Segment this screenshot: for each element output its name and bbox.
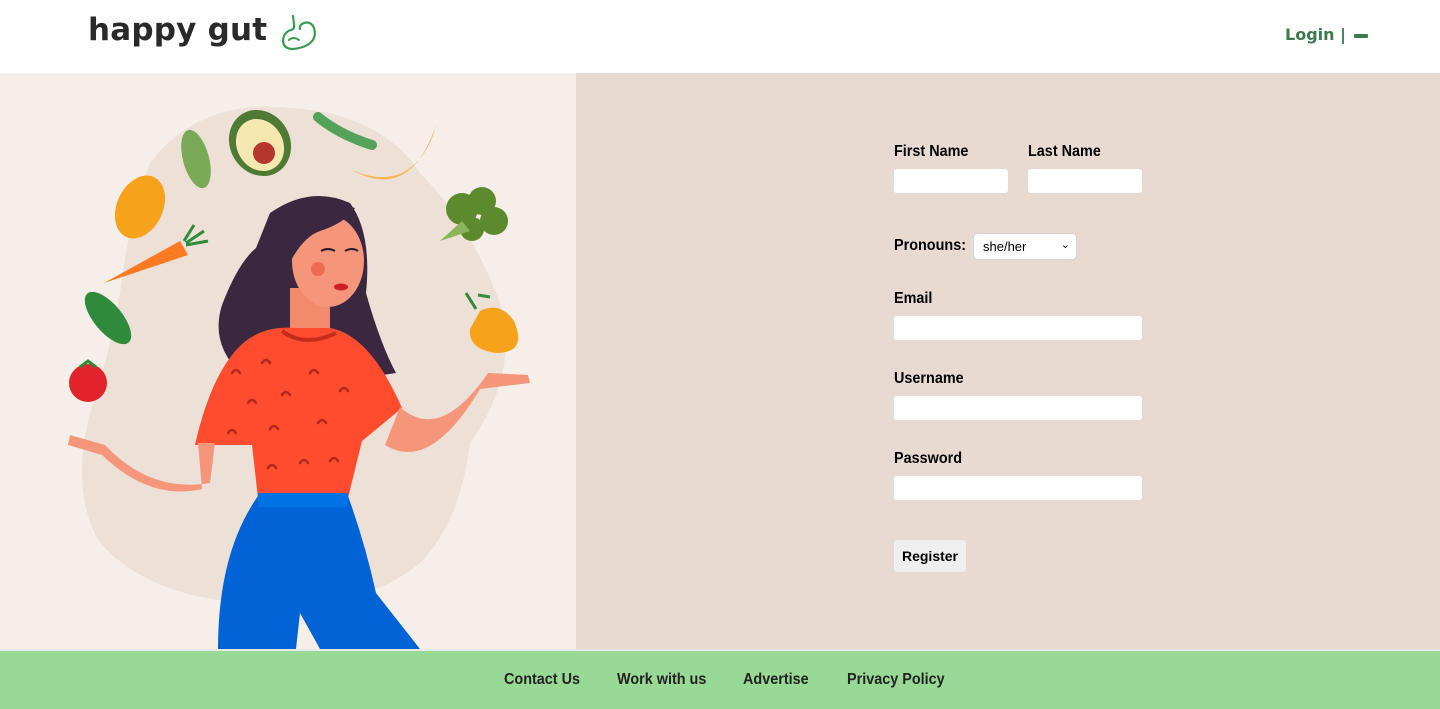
woman-juggling-illustration (68, 106, 530, 649)
pronouns-label: Pronouns: (894, 237, 966, 254)
pronouns-select[interactable]: she/her ⌄ (973, 233, 1077, 260)
first-name-input[interactable] (894, 169, 1008, 193)
username-input[interactable] (894, 396, 1142, 420)
password-label: Password (894, 450, 963, 467)
last-name-label: Last Name (1028, 143, 1101, 160)
password-input[interactable] (894, 476, 1142, 500)
registration-panel: First Name Last Name Pronouns: she/her ⌄… (576, 73, 1440, 649)
footer-link-contact[interactable]: Contact Us (504, 671, 580, 689)
minus-icon[interactable] (1354, 34, 1368, 38)
site-header: happy gut Login | (0, 0, 1440, 73)
footer-link-advertise[interactable]: Advertise (743, 671, 809, 689)
first-name-label: First Name (894, 143, 969, 160)
chevron-down-icon: ⌄ (1060, 238, 1070, 251)
pronouns-selected-value: she/her (983, 239, 1027, 254)
footer-link-work-with-us[interactable]: Work with us (617, 671, 706, 689)
stomach-icon (281, 14, 316, 51)
username-label: Username (894, 370, 964, 387)
last-name-input[interactable] (1028, 169, 1142, 193)
email-input[interactable] (894, 316, 1142, 340)
register-button[interactable]: Register (894, 540, 966, 572)
site-footer: Contact Us Work with us Advertise Privac… (0, 649, 1440, 709)
email-label: Email (894, 290, 933, 307)
footer-link-privacy[interactable]: Privacy Policy (847, 671, 945, 689)
brand-name[interactable]: happy gut (88, 12, 267, 48)
illustration-panel (0, 73, 576, 649)
login-link[interactable]: Login | (1285, 25, 1346, 44)
